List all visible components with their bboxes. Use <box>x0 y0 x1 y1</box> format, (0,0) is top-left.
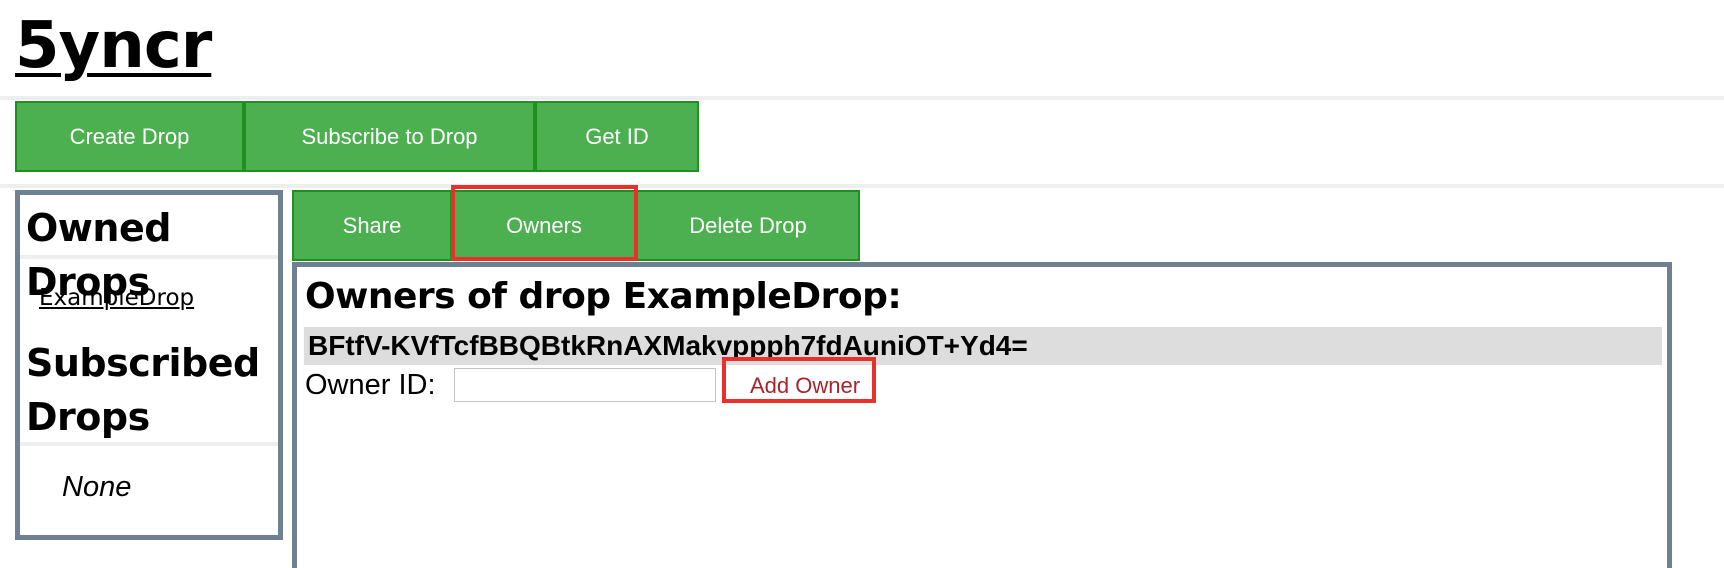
tab-share[interactable]: Share <box>292 190 452 261</box>
subscribed-drops-empty: None <box>62 471 132 503</box>
owner-id-row: BFtfV-KVfTcfBBQBtkRnAXMakvppph7fdAuniOT+… <box>304 327 1662 365</box>
drops-sidebar: Owned Drops ExampleDrop Subscribed Drops… <box>15 190 283 540</box>
app-page: 5yncr Create Drop Subscribe to Drop Get … <box>0 0 1724 568</box>
owned-drops-divider <box>20 255 278 259</box>
header-divider <box>0 96 1724 100</box>
owned-drop-link[interactable]: ExampleDrop <box>39 285 194 311</box>
tab-owners[interactable]: Owners <box>452 190 636 261</box>
create-drop-button[interactable]: Create Drop <box>15 101 244 172</box>
subscribe-to-drop-button[interactable]: Subscribe to Drop <box>244 101 535 172</box>
owners-panel: Owners of drop ExampleDrop: BFtfV-KVfTcf… <box>292 262 1672 568</box>
owners-panel-heading: Owners of drop ExampleDrop: <box>305 276 902 317</box>
tab-delete-drop[interactable]: Delete Drop <box>636 190 860 261</box>
app-title-link[interactable]: 5yncr <box>15 6 212 86</box>
get-id-button[interactable]: Get ID <box>535 101 699 172</box>
subscribed-drops-heading-line1: Subscribed <box>26 341 260 385</box>
toolbar-divider <box>0 184 1724 188</box>
subscribed-drops-heading-line2: Drops <box>26 395 150 439</box>
add-owner-button[interactable]: Add Owner <box>731 367 879 405</box>
owner-id-input[interactable] <box>454 368 716 402</box>
subscribed-drops-divider <box>20 442 278 446</box>
owner-id-label: Owner ID: <box>305 369 436 401</box>
